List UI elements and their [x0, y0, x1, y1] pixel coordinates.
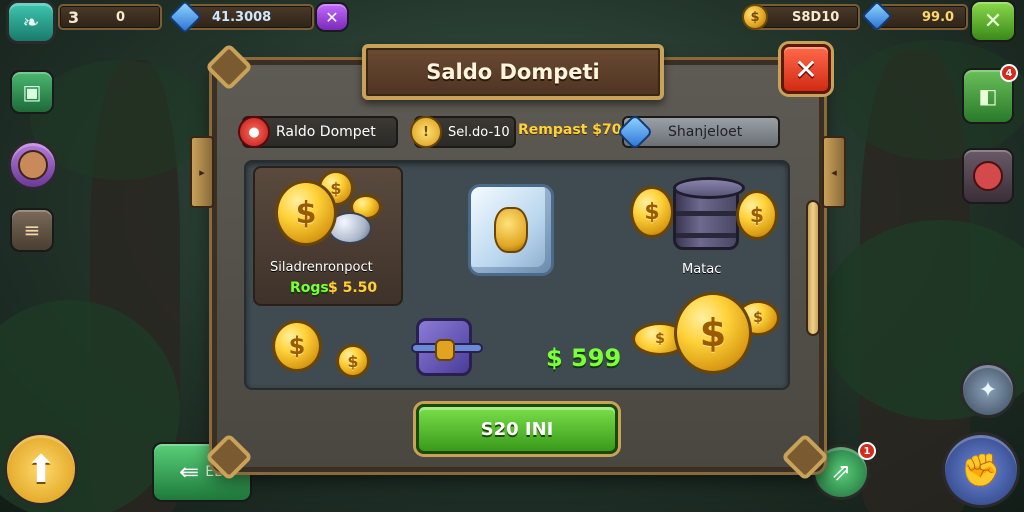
- coin-barrel-item[interactable]: [673, 177, 745, 250]
- gold-coin-icon: $: [742, 4, 768, 30]
- tab-balance-label: Sel.do-10: [448, 124, 510, 140]
- gold-right-value: S8D10: [792, 9, 840, 25]
- gold-coin-icon: $: [736, 190, 778, 240]
- level-value: 3: [68, 7, 80, 27]
- gold-coin-icon: $: [275, 180, 337, 246]
- pin-icon: ●: [238, 116, 270, 148]
- coin-purse-item[interactable]: [411, 318, 483, 376]
- avatar-icon: [18, 150, 48, 180]
- coin-icon: !: [410, 116, 442, 148]
- tab-exchange-label: Shanjeloet: [668, 124, 743, 140]
- boost-badge: 1: [858, 442, 876, 460]
- level-up-button[interactable]: ⬆: [4, 432, 78, 506]
- scroll-icon: ≡: [23, 218, 41, 242]
- arrow-up-icon: ⬆: [25, 447, 57, 491]
- top-resource-bar: ❧ 3 0 41.3008 ✕ S8D10 $ 99.0 ✕: [0, 0, 1024, 44]
- bird-icon: ✦: [978, 377, 998, 403]
- chat-bubble-button[interactable]: ✦: [960, 362, 1016, 418]
- badge-count: 4: [1005, 67, 1013, 79]
- purse-price: $ 599: [546, 344, 622, 372]
- coin-pack-price: $ 5.50: [328, 280, 378, 296]
- attack-button[interactable]: ✊: [942, 432, 1020, 508]
- quest-scroll-button[interactable]: ≡: [10, 208, 54, 252]
- tab-exchange[interactable]: Shanjeloet: [616, 113, 780, 151]
- map-button[interactable]: ▣: [10, 70, 54, 114]
- level-counter: 3 0: [58, 4, 162, 30]
- gold-coin-icon: $: [336, 344, 370, 378]
- character-avatar-button[interactable]: [8, 140, 58, 190]
- pet-icon: [973, 161, 1003, 191]
- gems-left-value: 41.3008: [212, 9, 272, 25]
- pet-button[interactable]: [962, 148, 1014, 204]
- tab-wallet[interactable]: ● Raldo Dompet: [238, 116, 398, 148]
- barrel-label: Matac: [682, 262, 722, 277]
- leaf-icon: ❧: [22, 10, 40, 34]
- coin-pack-price-prefix: Rogs: [290, 280, 329, 296]
- cross-icon: ✕: [983, 8, 1003, 34]
- gold-coin-icon: $: [630, 186, 674, 238]
- cube-coin-icon: [494, 207, 528, 253]
- dialog-title: Saldo Dompeti: [362, 44, 664, 100]
- tab-wallet-label: Raldo Dompet: [276, 124, 376, 140]
- gem-icon: [616, 113, 654, 151]
- map-icon: ▣: [22, 80, 42, 104]
- gauntlet-icon: ✊: [961, 451, 1001, 489]
- coin-pack-label: Siladrenronpoct: [270, 260, 373, 275]
- coins-left-value: 0: [116, 9, 126, 25]
- gold-coin-icon: $: [674, 292, 752, 374]
- content-scrollbar[interactable]: [806, 200, 820, 336]
- share-arrow-icon: ⇚: [179, 458, 200, 486]
- settings-close-button[interactable]: ✕: [970, 0, 1016, 42]
- notification-badge: 4: [1000, 64, 1018, 82]
- left-side-flap: ▸: [190, 136, 214, 208]
- double-arrow-icon: ⇗: [830, 458, 852, 486]
- gems-right-value: 99.0: [922, 9, 955, 25]
- add-gems-button[interactable]: ✕: [315, 2, 349, 32]
- crystal-cube-item[interactable]: [468, 184, 554, 276]
- boost-badge-count: 1: [863, 445, 871, 457]
- close-button[interactable]: ✕: [781, 44, 831, 94]
- buy-button[interactable]: S20 INI: [416, 404, 618, 454]
- close-icon: ✕: [794, 52, 818, 86]
- menu-leaf-button[interactable]: ❧: [6, 0, 56, 44]
- box-icon: ◧: [978, 84, 998, 108]
- right-side-flap: ◂: [822, 136, 846, 208]
- tab-balance[interactable]: ! Sel.do-10: [410, 116, 516, 148]
- tab-balance-extra: Rempast $70: [518, 122, 622, 138]
- plus-icon: ✕: [325, 7, 339, 27]
- gold-coin-icon: $: [272, 320, 322, 372]
